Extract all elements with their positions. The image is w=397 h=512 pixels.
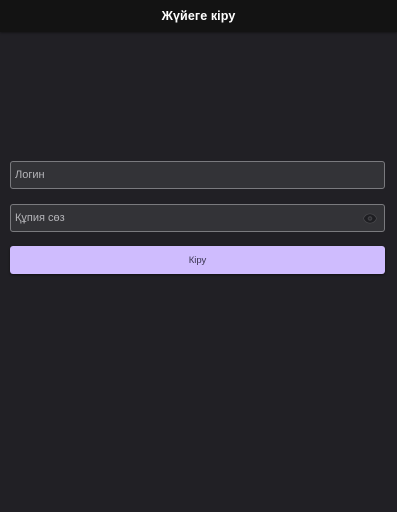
password-input[interactable] (11, 205, 359, 231)
login-button[interactable]: Кіру (10, 246, 385, 274)
login-field[interactable] (10, 161, 385, 189)
password-field[interactable] (10, 204, 385, 232)
page-title: Жүйеге кіру (161, 9, 236, 23)
login-input[interactable] (11, 162, 384, 188)
app-bar: Жүйеге кіру (0, 0, 397, 32)
eye-icon[interactable] (359, 205, 381, 231)
